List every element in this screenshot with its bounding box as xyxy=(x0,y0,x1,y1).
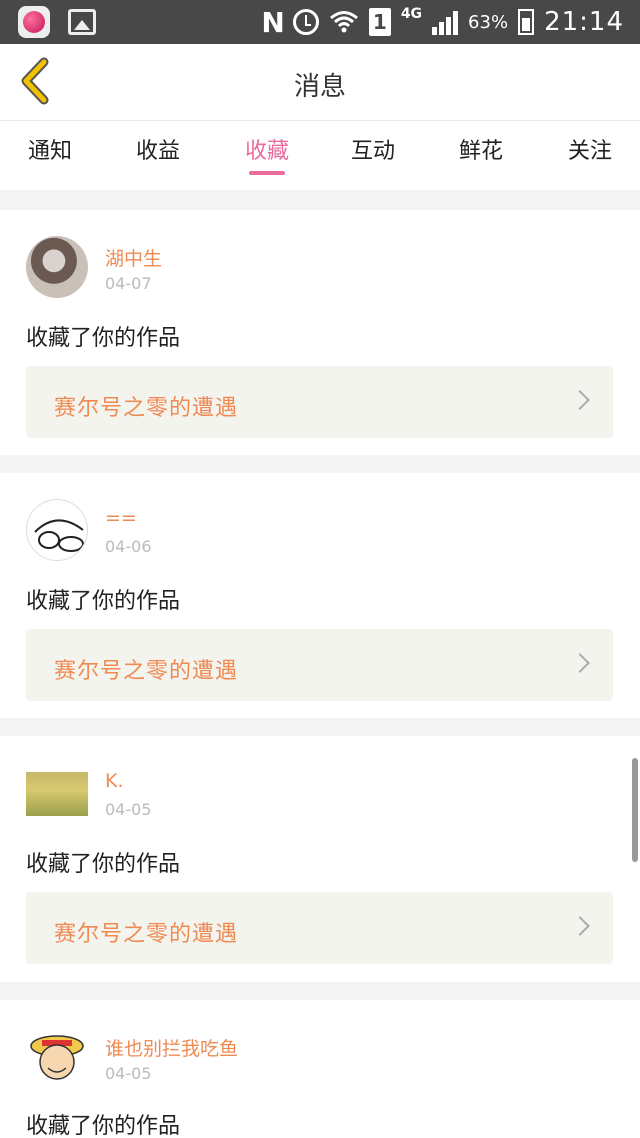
action-text: 收藏了你的作品 xyxy=(26,326,181,351)
item-date: 04-05 xyxy=(105,1064,152,1083)
work-link[interactable]: 赛尔号之零的遭遇 xyxy=(26,366,613,438)
list-item: K. 04-05 收藏了你的作品 赛尔号之零的遭遇 xyxy=(0,736,640,982)
tab-earnings[interactable]: 收益 xyxy=(118,133,198,165)
alarm-icon xyxy=(292,9,319,35)
scrollbar[interactable] xyxy=(632,758,638,862)
list-item: 谁也别拦我吃鱼 04-05 收藏了你的作品 xyxy=(0,1000,640,1138)
list-item: == 04-06 收藏了你的作品 赛尔号之零的遭遇 xyxy=(0,473,640,718)
tab-favorites[interactable]: 收藏 xyxy=(227,133,307,165)
user-name[interactable]: == xyxy=(105,507,137,529)
signal-icon xyxy=(432,9,459,35)
clock: 21:14 xyxy=(544,7,624,37)
avatar[interactable] xyxy=(26,772,88,816)
action-text: 收藏了你的作品 xyxy=(26,1114,181,1138)
app-notification-icon xyxy=(18,6,50,38)
user-name[interactable]: 谁也别拦我吃鱼 xyxy=(105,1034,238,1061)
avatar[interactable] xyxy=(26,236,88,298)
battery-icon xyxy=(518,9,535,35)
tab-follows[interactable]: 关注 xyxy=(550,133,630,165)
sim-indicator: 1 xyxy=(368,8,391,36)
tab-interactions[interactable]: 互动 xyxy=(333,133,413,165)
user-name[interactable]: 湖中生 xyxy=(105,244,162,271)
tab-notifications[interactable]: 通知 xyxy=(10,133,90,165)
work-title: 赛尔号之零的遭遇 xyxy=(54,396,239,421)
tab-bar: 通知 收益 收藏 互动 鲜花 关注 xyxy=(0,120,640,190)
chevron-right-icon xyxy=(570,653,590,673)
action-text: 收藏了你的作品 xyxy=(26,589,181,614)
active-tab-indicator xyxy=(249,171,285,175)
work-link[interactable]: 赛尔号之零的遭遇 xyxy=(26,892,613,964)
avatar[interactable] xyxy=(26,1024,88,1086)
item-date: 04-07 xyxy=(105,274,152,293)
tab-flowers[interactable]: 鲜花 xyxy=(441,133,521,165)
action-text: 收藏了你的作品 xyxy=(26,852,181,877)
wifi-icon xyxy=(329,9,359,35)
user-name[interactable]: K. xyxy=(105,770,124,792)
item-date: 04-06 xyxy=(105,537,152,556)
header: 消息 xyxy=(0,44,640,120)
status-bar: N 1 4G 63% 21:14 xyxy=(0,0,640,44)
work-link[interactable]: 赛尔号之零的遭遇 xyxy=(26,629,613,701)
page-title: 消息 xyxy=(293,72,346,102)
work-title: 赛尔号之零的遭遇 xyxy=(54,922,239,947)
list-item: 湖中生 04-07 收藏了你的作品 赛尔号之零的遭遇 xyxy=(0,210,640,455)
nfc-icon: N xyxy=(261,5,284,39)
item-date: 04-05 xyxy=(105,800,152,819)
chevron-right-icon xyxy=(570,390,590,410)
avatar[interactable] xyxy=(26,499,88,561)
gallery-notification-icon xyxy=(68,9,96,35)
work-title: 赛尔号之零的遭遇 xyxy=(54,659,239,684)
chevron-right-icon xyxy=(570,916,590,936)
network-type: 4G xyxy=(400,6,423,22)
battery-percent: 63% xyxy=(468,11,509,33)
